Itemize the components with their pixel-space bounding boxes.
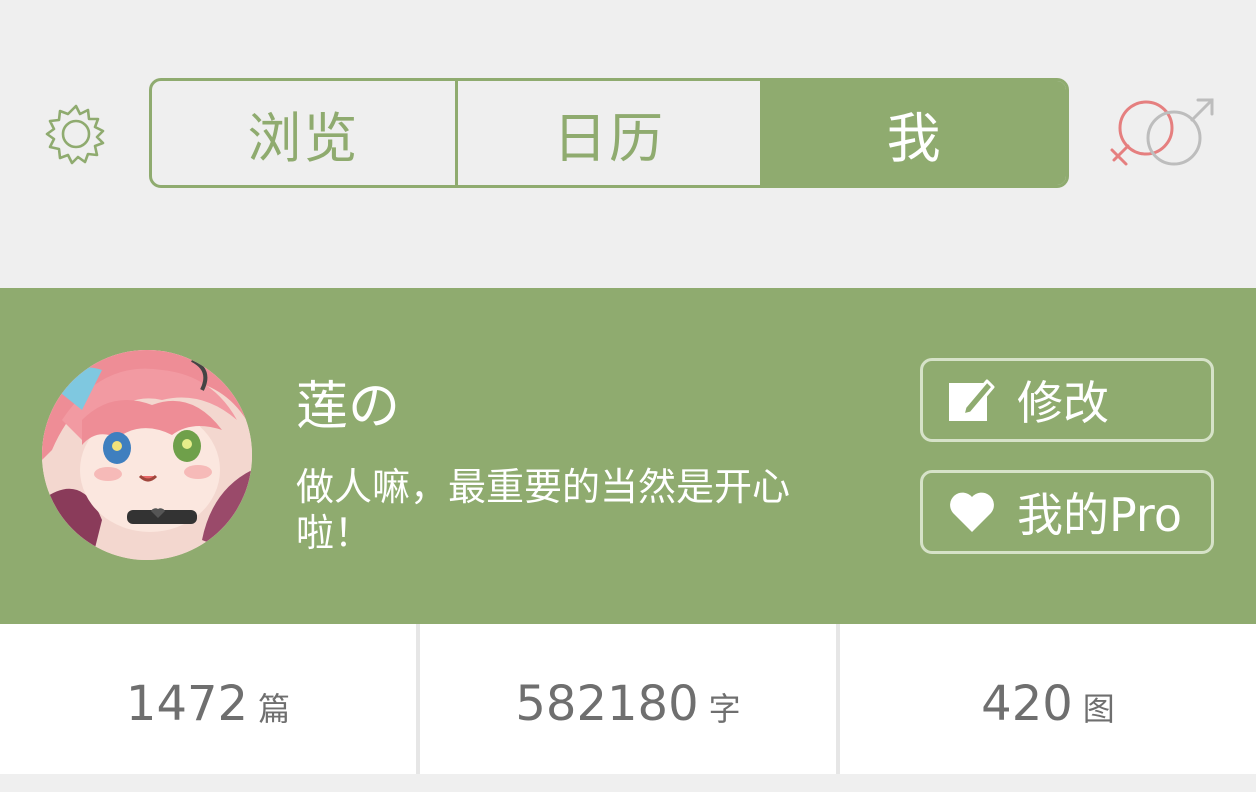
- heart-icon: [950, 492, 994, 532]
- stat-unit: 篇: [258, 690, 291, 728]
- profile-bio: 做人嘛，最重要的当然是开心啦！: [296, 465, 791, 555]
- top-bar: 浏览 日历 我: [0, 0, 1256, 288]
- gender-icon[interactable]: [1106, 94, 1218, 172]
- profile-panel: 莲の 做人嘛，最重要的当然是开心啦！ 修改 我的Pro: [0, 288, 1256, 624]
- gear-icon[interactable]: [42, 100, 110, 168]
- avatar[interactable]: [42, 350, 252, 560]
- my-pro-button[interactable]: 我的Pro: [920, 470, 1214, 554]
- stat-unit: 图: [1082, 690, 1115, 728]
- stat-unit: 字: [708, 690, 741, 728]
- edit-icon: [949, 379, 995, 421]
- profile-name: 莲の: [296, 377, 401, 437]
- main-tabs: 浏览 日历 我: [149, 78, 1069, 188]
- tab-browse[interactable]: 浏览: [152, 81, 455, 185]
- my-pro-label: 我的Pro: [1017, 488, 1182, 542]
- avatar-image: [42, 350, 252, 560]
- stat-value: 582180: [515, 676, 699, 732]
- stats-bar: 1472 篇 582180 字 420 图: [0, 624, 1256, 774]
- tab-me[interactable]: 我: [760, 81, 1066, 185]
- tab-calendar[interactable]: 日历: [454, 81, 761, 185]
- stat-posts[interactable]: 1472 篇: [0, 624, 416, 774]
- edit-profile-button[interactable]: 修改: [920, 358, 1214, 442]
- stat-value: 1472: [125, 676, 249, 732]
- stat-value: 420: [981, 676, 1073, 732]
- edit-profile-label: 修改: [1017, 376, 1109, 430]
- stat-images[interactable]: 420 图: [836, 624, 1256, 774]
- stat-characters[interactable]: 582180 字: [416, 624, 836, 774]
